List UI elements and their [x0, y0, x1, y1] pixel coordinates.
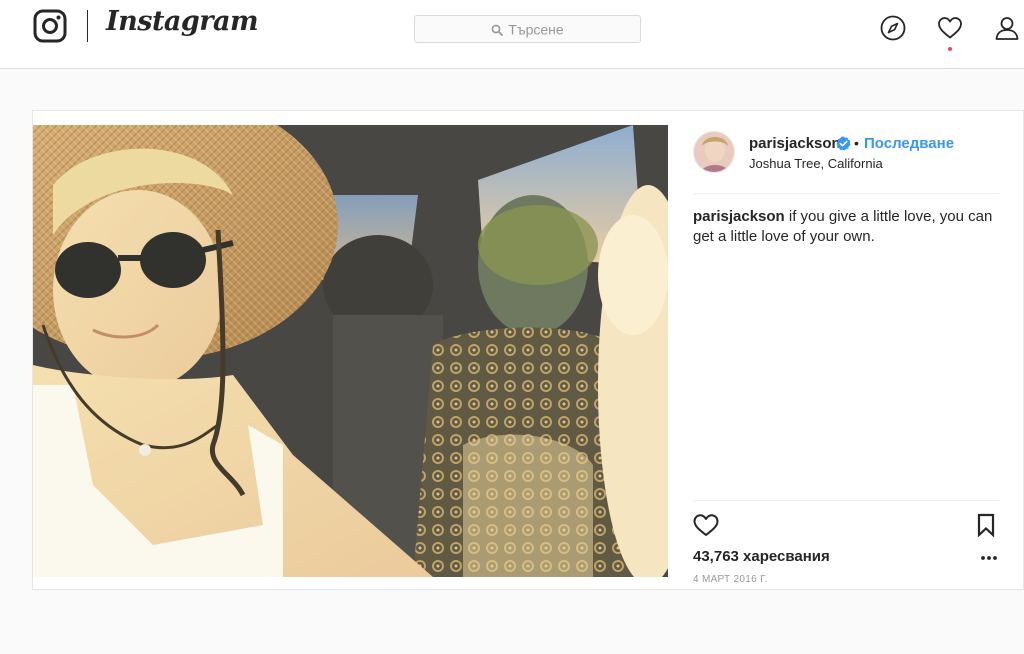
more-options-icon[interactable] [980, 555, 998, 561]
logo-divider [87, 10, 88, 42]
follow-button[interactable]: Последване [864, 135, 954, 152]
likes-count[interactable]: 43,763 харесвания [693, 548, 830, 565]
post-caption: parisjackson if you give a little love, … [693, 207, 993, 247]
avatar[interactable] [693, 131, 735, 173]
profile-icon[interactable] [994, 15, 1020, 41]
post-photo-illustration [33, 125, 668, 577]
notification-dot [948, 47, 952, 51]
post-sidebar: parisjackson • Последване Joshua Tree, C… [693, 111, 999, 589]
divider [693, 193, 999, 194]
separator-dot: • [854, 135, 859, 151]
avatar-image [694, 132, 734, 172]
instagram-wordmark[interactable]: Instagram [106, 6, 259, 37]
post-photo[interactable] [33, 125, 668, 577]
heart-icon[interactable] [937, 15, 963, 41]
verified-badge-icon [836, 136, 851, 151]
divider [693, 500, 999, 501]
top-navigation-bar: Instagram Търсене [0, 0, 1024, 69]
search-icon [491, 24, 504, 36]
bookmark-icon[interactable] [976, 513, 996, 537]
post-card: parisjackson • Последване Joshua Tree, C… [32, 110, 1024, 590]
compass-icon[interactable] [880, 15, 906, 41]
post-date[interactable]: 4 МАРТ 2016 Г. [693, 574, 768, 585]
search-placeholder: Търсене [508, 21, 564, 38]
search-input[interactable]: Търсене [414, 15, 641, 43]
like-heart-icon[interactable] [693, 513, 719, 537]
post-location[interactable]: Joshua Tree, California [749, 156, 883, 171]
instagram-logo-icon[interactable] [33, 9, 67, 43]
caption-username[interactable]: parisjackson [693, 208, 785, 225]
post-username[interactable]: parisjackson [749, 135, 841, 152]
